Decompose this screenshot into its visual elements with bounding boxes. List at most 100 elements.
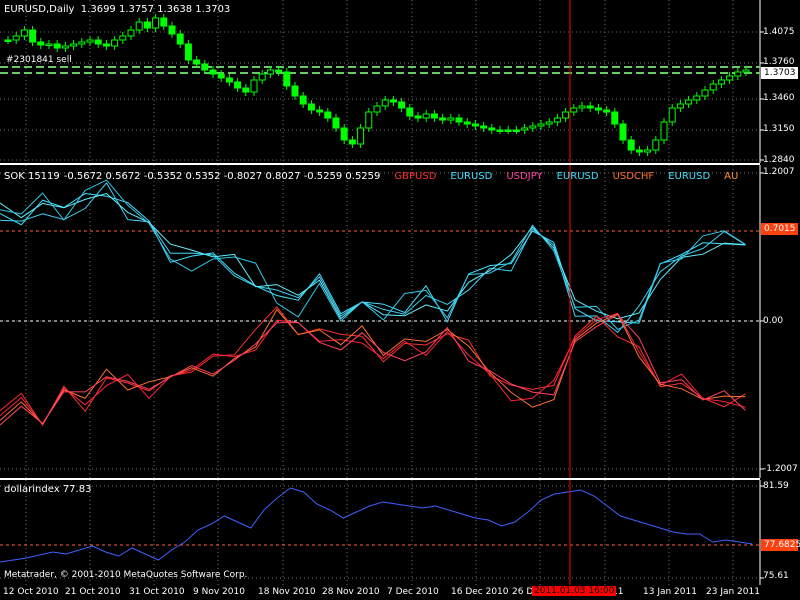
candle-body [316,109,324,113]
candle-body [685,99,693,105]
candle-body [299,95,307,105]
candle-body [168,25,176,35]
candle-body [193,59,201,65]
candle-body [570,107,578,113]
candle-body [4,39,12,42]
copyright: Metatrader, © 2001-2010 MetaQuotes Softw… [4,570,248,580]
candle-body [512,129,520,132]
candle-body [398,101,406,109]
candle-body [644,149,652,153]
candle-body [160,17,168,27]
candle-body [29,29,37,43]
candle-body [258,73,266,81]
indicator-tick: 1.2007 [763,167,795,177]
x-tick: 31 Oct 2010 [129,587,185,597]
candle-body [726,75,734,81]
dollar-tick: 75.61 [763,571,789,581]
candle-body [480,125,488,129]
candle-body [652,139,660,151]
candle-body [94,39,102,45]
price-tick: 1.3460 [763,93,795,103]
candle-body [234,81,242,89]
x-tick: 18 Nov 2010 [258,587,316,597]
order-label[interactable]: #2301841 sell [6,55,72,66]
candle-body [742,69,750,73]
candle-body [660,121,668,141]
strength-line-red [0,314,746,426]
candle-body [332,117,340,129]
candle-body [496,129,504,132]
legend-item: USDCHF [612,171,655,182]
dollar-tick: 81.59 [763,481,789,491]
strength-line-cyan [0,192,746,320]
candle-body [447,117,455,121]
indicator-chart[interactable] [0,165,800,478]
candle-body [70,43,78,47]
indicator-tick: -1.2007 [763,464,798,474]
legend-item: GBPUSD [394,171,437,182]
candle-body [45,43,53,46]
candle-body [119,35,127,41]
candle-body [266,69,274,75]
strength-line-red [0,306,746,426]
candle-body [127,29,135,37]
price-chart[interactable] [0,0,800,163]
candle-body [373,105,381,113]
x-tick: 9 Nov 2010 [193,587,245,597]
price-tick: 1.2840 [763,155,795,165]
candle-body [78,41,86,45]
candle-body [455,117,463,123]
candle-body [365,111,373,129]
candle-body [242,87,250,93]
candle-body [430,113,438,119]
candle-body [521,127,529,131]
candle-body [734,71,742,77]
candle-body [283,71,291,87]
candle-body [12,35,20,41]
candle-body [20,29,28,37]
current-price-tag: 1.3703 [761,67,798,79]
candle-body [545,121,553,125]
legend-item: AU [724,171,739,182]
legend-item: EURUSD [668,171,711,182]
candle-body [250,79,258,93]
candle-body [619,123,627,141]
candle-body [324,111,332,119]
strength-line-cyan [0,179,746,331]
indicator-values: -0.5672 0.5672 -0.5352 0.5352 -0.8027 0.… [63,171,381,182]
candle-body [709,83,717,91]
legend-item: EURUSD [556,171,599,182]
candle-body [562,111,570,119]
candle-body [275,69,283,73]
crosshair-time-label: 2011.01.03 16:00 [532,586,617,596]
candle-body [348,139,356,145]
x-tick: 28 Nov 2010 [322,587,380,597]
candle-body [381,99,389,107]
candle-body [135,21,143,31]
candle-body [594,107,602,111]
strength-line-red [0,312,746,426]
candle-body [209,69,217,75]
candle-body [307,103,315,111]
x-tick: 12 Oct 2010 [3,587,59,597]
candle-body [201,63,209,71]
x-tick: 13 Jan 2011 [643,587,697,597]
candle-body [676,103,684,109]
candle-body [717,79,725,85]
indicator-tick: 0.00 [763,316,784,326]
candle-body [291,85,299,97]
indicator-level-tag: 0.7015 [761,223,798,235]
indicator-pane[interactable]: SOK 15119 -0.5672 0.5672 -0.5352 0.5352 -… [0,165,800,478]
strength-line-cyan [0,192,746,324]
indicator-name: SOK 15119 [4,171,60,182]
legend-item: USDJPY [506,171,543,182]
candle-body [627,139,635,151]
chart-title: EURUSD,Daily 1.3699 1.3757 1.3638 1.3703 [4,4,231,15]
candle-body [53,43,61,49]
price-pane[interactable]: EURUSD,Daily 1.3699 1.3757 1.3638 1.3703… [0,0,800,165]
candle-body [102,43,110,47]
price-tick: 1.4075 [763,27,795,37]
dollar-pane[interactable]: dollarindex 77.83 81.59 75.61 77.6825 Me… [0,480,800,585]
x-tick: 7 Dec 2010 [387,587,439,597]
candle-body [143,21,151,29]
